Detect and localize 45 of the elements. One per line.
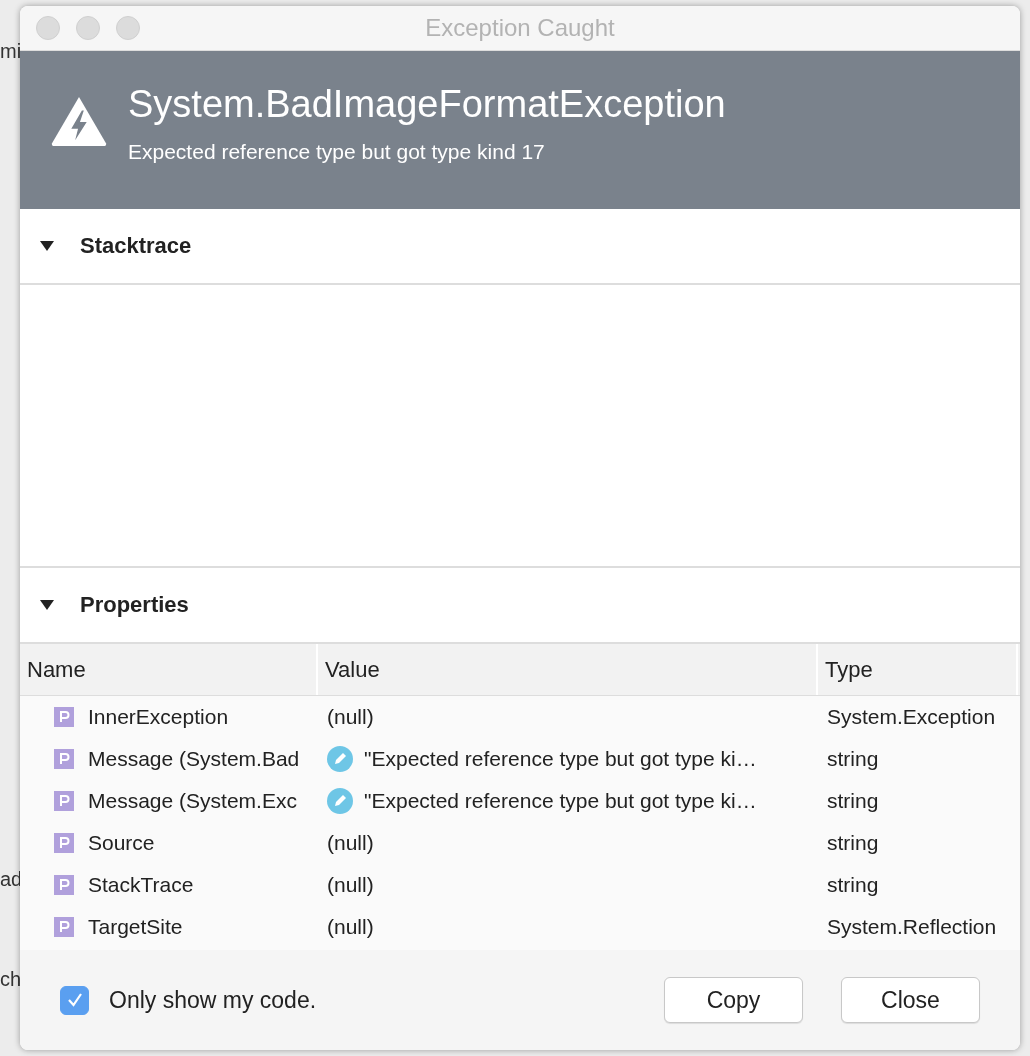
table-cell: System.Exception [827,705,996,730]
table-cell: (null) [327,831,374,856]
property-icon [54,875,74,896]
table-row[interactable]: TargetSite (null) System.Reflection [20,906,1020,949]
table-cell: Source [88,831,155,856]
table-cell: "Expected reference type but got type ki… [364,747,757,772]
table-cell: System.Reflection [827,915,997,940]
window-title: Exception Caught [425,13,615,42]
table-cell: string [827,789,879,814]
disclosure-icon [40,240,54,251]
property-icon [54,749,74,770]
dialog-button[interactable]: Close [841,977,980,1024]
table-row[interactable]: InnerException (null) System.Exception [20,696,1020,739]
table-cell: "Expected reference type but got type ki… [364,789,757,814]
exception-type: System.BadImageFormatException [128,82,726,126]
table-cell: string [827,873,879,898]
property-icon [54,791,74,812]
table-cell: (null) [327,873,374,898]
table-cell: Message (System.Bad [88,747,300,772]
minimize-button[interactable] [76,15,100,40]
background-text: mi [0,40,22,63]
table-cell: InnerException [88,705,229,730]
property-icon [54,707,74,728]
table-cell: (null) [327,915,374,940]
exception-message: Expected reference type but got type kind 17 [128,139,546,164]
checkbox-label[interactable]: Only show my code. [109,986,317,1014]
table-row[interactable]: Source (null) string [20,822,1020,865]
pencil-icon[interactable] [327,746,353,773]
zoom-button[interactable] [116,15,140,40]
table-cell: string [827,831,879,856]
table-cell: Message (System.Exc [88,789,297,814]
pencil-icon[interactable] [327,788,353,815]
section-header[interactable]: Stacktrace [20,208,1020,286]
dialog-button[interactable]: Copy [664,977,803,1024]
property-icon [54,833,74,854]
close-button[interactable] [36,15,60,40]
table-row[interactable]: StackTrace (null) string [20,864,1020,907]
table-cell: (null) [327,705,374,730]
checkbox[interactable] [60,985,89,1015]
table-cell: StackTrace [88,873,194,898]
table-cell: string [827,747,879,772]
disclosure-icon [40,599,54,610]
table-cell: TargetSite [88,915,183,940]
property-icon [54,917,74,938]
background-text: ch [0,968,22,991]
